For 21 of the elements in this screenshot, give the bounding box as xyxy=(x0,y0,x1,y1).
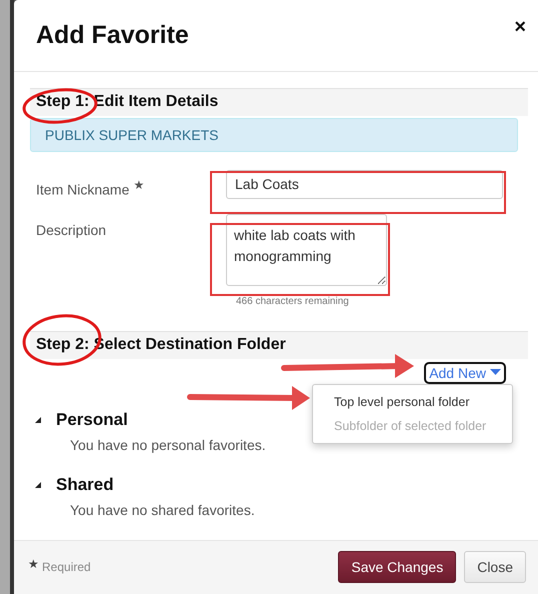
menu-item[interactable]: Top level personal folder xyxy=(313,390,512,414)
field-label: Item Nickname $^{★}$ xyxy=(35,176,146,199)
required-note: Required xyxy=(42,560,91,574)
close-button[interactable]: Close xyxy=(464,551,526,584)
nickname-field[interactable]: Lab Coats xyxy=(226,170,503,199)
description-field[interactable]: white lab coats with monogramming xyxy=(226,214,387,286)
vendor-banner: PUBLIX SUPER MARKETS xyxy=(30,118,518,152)
folder-group-name[interactable]: Shared xyxy=(56,474,114,495)
add-new-dropdown[interactable]: Add New xyxy=(424,362,506,384)
collapse-triangle-icon[interactable] xyxy=(34,480,42,489)
required-indicator: ★ xyxy=(28,557,39,572)
collapse-triangle-icon[interactable] xyxy=(34,416,42,424)
characters-remaining: 466 characters remaining xyxy=(236,296,350,307)
empty-message: You have no shared favorites. xyxy=(70,502,256,518)
dialog-title: Add Favorite xyxy=(36,20,189,50)
close-button[interactable]: × xyxy=(514,16,526,39)
save-button[interactable]: Save Changes xyxy=(338,551,456,584)
empty-message: You have no personal favorites. xyxy=(70,436,267,453)
field-label: Description xyxy=(35,220,108,240)
caret-icon xyxy=(490,369,501,376)
folder-group-name[interactable]: Personal xyxy=(56,410,128,430)
